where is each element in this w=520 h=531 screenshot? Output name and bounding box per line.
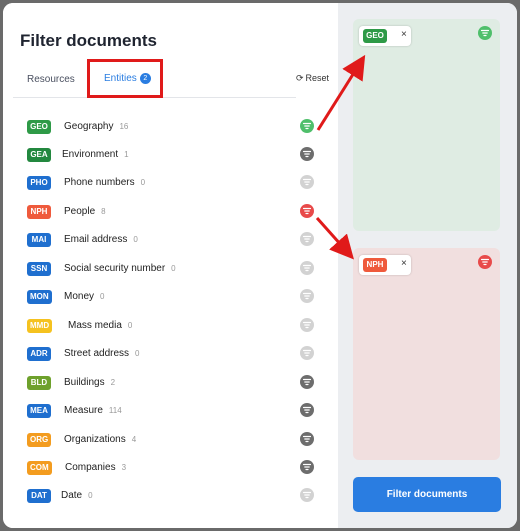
arrow-to-geo-panel — [316, 54, 366, 131]
annotation-arrows — [315, 54, 366, 260]
arrow-to-people-panel — [315, 217, 354, 260]
